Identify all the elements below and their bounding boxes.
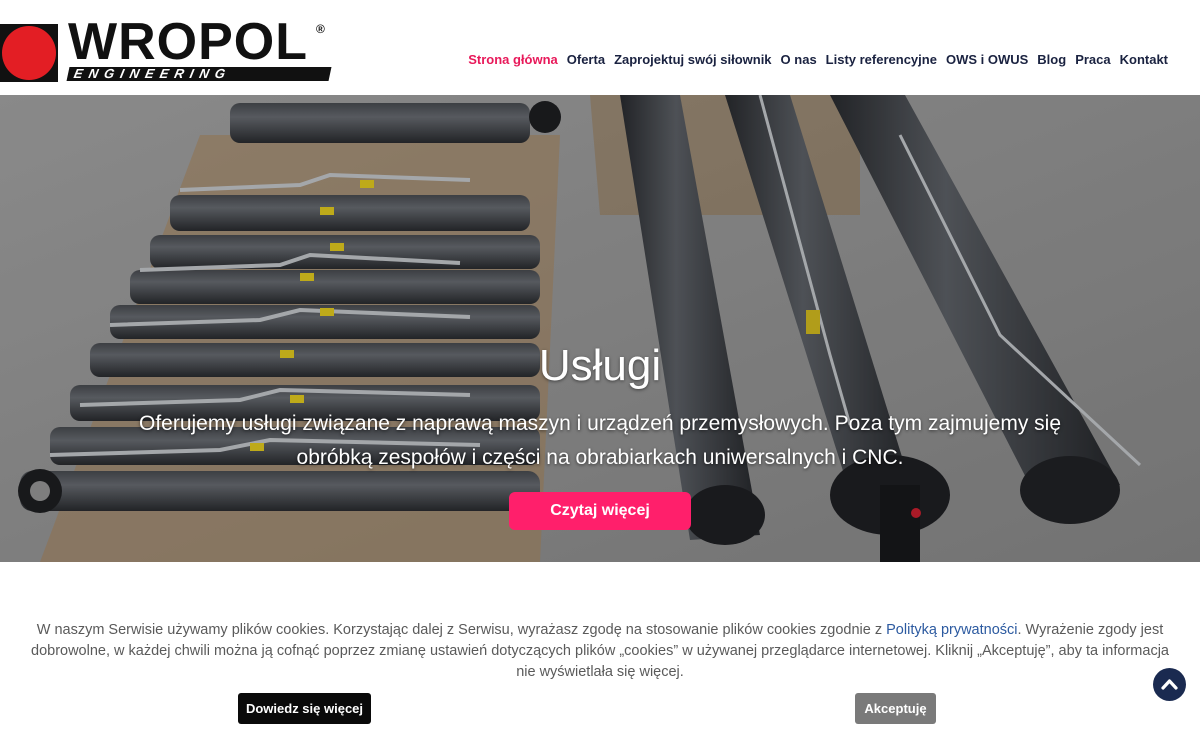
read-more-button[interactable]: Czytaj więcej — [509, 492, 691, 530]
cookie-text-part-1: W naszym Serwisie używamy plików cookies… — [36, 622, 887, 638]
main-nav: Strona główna Oferta Zaprojektuj swój si… — [468, 52, 1168, 67]
logo-mark-icon — [0, 24, 58, 82]
nav-item-about[interactable]: O nas — [781, 52, 817, 67]
chevron-up-icon — [1161, 679, 1178, 690]
privacy-policy-link[interactable]: Polityką prywatności — [886, 622, 1017, 638]
logo-name: WROPOL — [68, 13, 308, 71]
nav-item-contact[interactable]: Kontakt — [1120, 52, 1168, 67]
cookie-notice-text: W naszym Serwisie używamy plików cookies… — [20, 620, 1180, 683]
site-logo[interactable]: WROPOL ® ENGINEERING — [0, 16, 332, 84]
accept-cookies-button[interactable]: Akceptuję — [855, 693, 936, 724]
logo-subtitle: ENGINEERING — [66, 66, 332, 81]
nav-item-references[interactable]: Listy referencyjne — [826, 52, 937, 67]
nav-item-blog[interactable]: Blog — [1037, 52, 1066, 67]
logo-registered-mark: ® — [316, 22, 325, 36]
site-header: WROPOL ® ENGINEERING Strona główna Ofert… — [0, 0, 1200, 95]
nav-item-terms[interactable]: OWS i OWUS — [946, 52, 1028, 67]
nav-item-home[interactable]: Strona główna — [468, 52, 558, 67]
page: WROPOL ® ENGINEERING Strona główna Ofert… — [0, 0, 1200, 738]
scroll-to-top-button[interactable] — [1153, 668, 1186, 701]
hero-slider: Usługi Oferujemy usługi związane z napra… — [0, 95, 1200, 562]
nav-item-design-cylinder[interactable]: Zaprojektuj swój siłownik — [614, 52, 771, 67]
nav-item-offer[interactable]: Oferta — [567, 52, 605, 67]
hero-description: Oferujemy usługi związane z naprawą masz… — [138, 412, 1061, 469]
cookie-banner: W naszym Serwisie używamy plików cookies… — [0, 562, 1200, 738]
hero-title: Usługi — [538, 341, 662, 390]
nav-item-jobs[interactable]: Praca — [1075, 52, 1110, 67]
learn-more-button[interactable]: Dowiedz się więcej — [238, 693, 371, 724]
